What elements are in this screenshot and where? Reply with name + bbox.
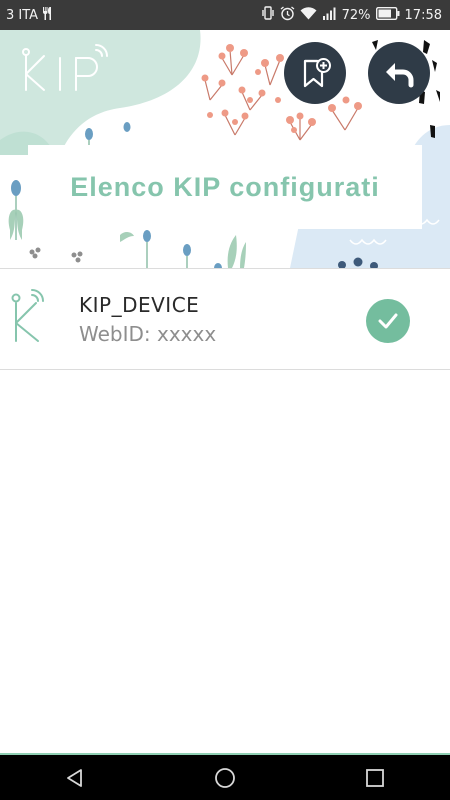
- bookmark-add-icon: [303, 58, 331, 88]
- restaurant-icon: [42, 6, 54, 24]
- battery-percent: 72%: [341, 7, 371, 23]
- status-bar: 3 ITA 72% 17:58: [0, 0, 450, 30]
- device-name: KIP_DEVICE: [79, 293, 200, 317]
- nav-recent-icon[interactable]: [345, 758, 405, 798]
- system-nav-bar: [0, 753, 450, 800]
- alarm-icon: [280, 5, 295, 25]
- wifi-icon: [300, 6, 317, 24]
- header-illustration: Elenco KIP configurati: [0, 30, 450, 268]
- kip-device-icon: [8, 289, 48, 351]
- back-button[interactable]: [368, 42, 430, 104]
- vibrate-icon: [261, 6, 275, 24]
- device-list-item[interactable]: KIP_DEVICE WebID: xxxxx: [0, 269, 450, 370]
- webid-label: WebID:: [79, 322, 151, 346]
- clock: 17:58: [404, 7, 442, 23]
- signal-icon: [322, 7, 337, 24]
- status-right: 72% 17:58: [261, 0, 442, 30]
- add-kip-button[interactable]: [284, 42, 346, 104]
- webid-value: xxxxx: [157, 322, 217, 346]
- kip-logo-mark: [22, 44, 108, 91]
- carrier-label: 3 ITA: [6, 7, 39, 23]
- nav-home-icon[interactable]: [195, 758, 255, 798]
- nav-back-icon[interactable]: [45, 758, 105, 798]
- status-left: 3 ITA: [6, 0, 54, 30]
- page-title: Elenco KIP configurati: [70, 171, 380, 202]
- back-arrow-icon: [386, 63, 414, 88]
- battery-icon: [375, 6, 400, 24]
- check-icon[interactable]: [366, 299, 410, 343]
- device-list: KIP_DEVICE WebID: xxxxx: [0, 268, 450, 370]
- device-webid: WebID: xxxxx: [79, 322, 216, 346]
- kip-logo: [18, 44, 118, 100]
- title-box: Elenco KIP configurati: [28, 145, 422, 229]
